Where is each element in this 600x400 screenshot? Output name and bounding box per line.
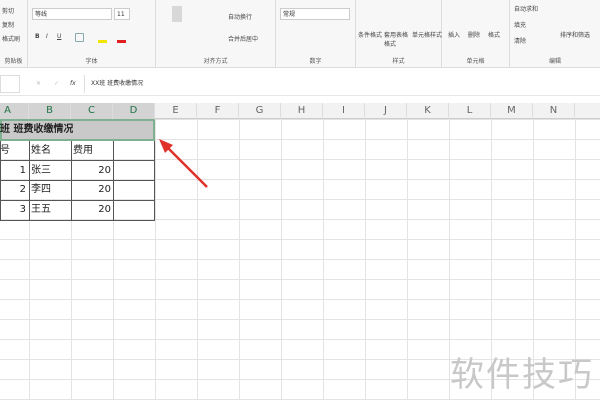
red-arrow-annotation: [159, 139, 208, 188]
watermark: 软件技巧: [450, 355, 594, 395]
